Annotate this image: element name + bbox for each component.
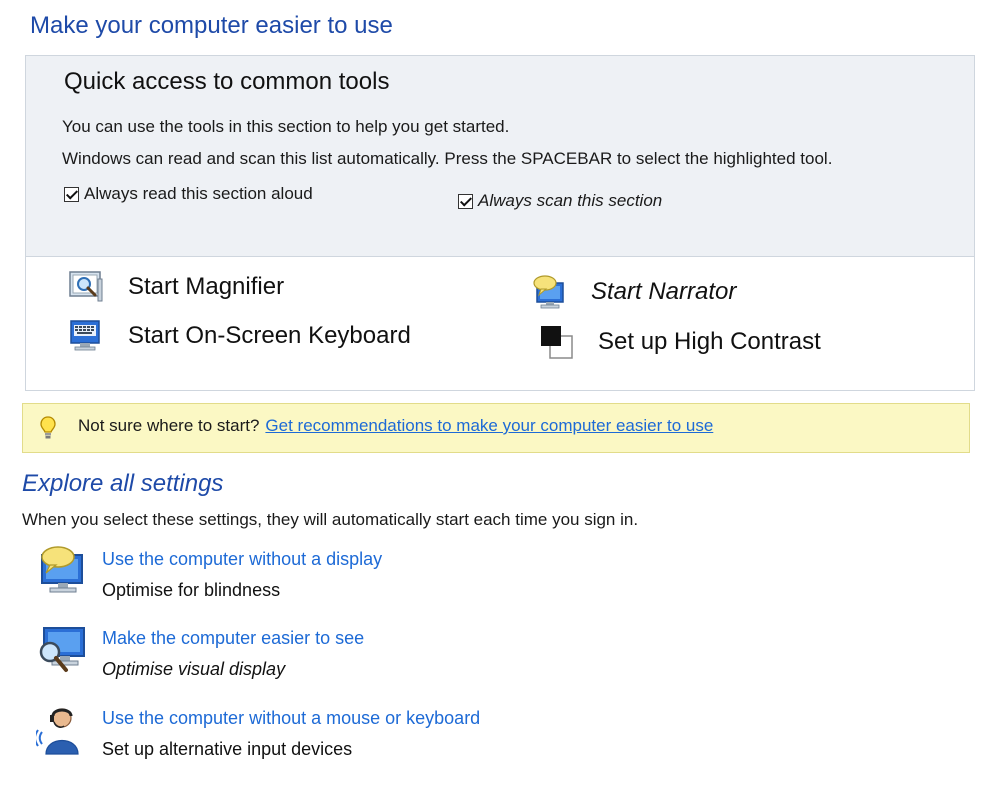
checkbox-checked-icon[interactable] bbox=[64, 186, 79, 202]
get-recommendations-link[interactable]: Get recommendations to make your compute… bbox=[265, 416, 713, 436]
optimise-blindness-text: Optimise for blindness bbox=[102, 580, 281, 600]
headset-user-icon bbox=[36, 708, 79, 755]
quick-access-scan-description: Windows can read and scan this list auto… bbox=[62, 149, 833, 168]
scan-section-checkbox[interactable]: Always scan this section bbox=[458, 191, 662, 211]
checkbox-checked-icon[interactable] bbox=[458, 193, 473, 209]
quick-access-panel: Quick access to common tools You can use… bbox=[25, 55, 975, 391]
setting-item-without-display: Use the computer without a display Optim… bbox=[36, 543, 382, 601]
narrator-icon bbox=[533, 275, 564, 309]
keyboard-icon bbox=[70, 320, 100, 351]
tip-prefix: Not sure where to start? bbox=[78, 416, 260, 435]
start-magnifier-label: Start Magnifier bbox=[128, 273, 285, 300]
start-on-screen-keyboard-label: Start On-Screen Keyboard bbox=[128, 322, 411, 349]
quick-access-heading: Quick access to common tools bbox=[64, 68, 390, 95]
scan-section-label: Always scan this section bbox=[478, 191, 663, 210]
page-title: Make your computer easier to use bbox=[30, 12, 393, 39]
without-mouse-keyboard-link[interactable]: Use the computer without a mouse or keyb… bbox=[102, 708, 480, 729]
monitor-speech-icon bbox=[41, 546, 83, 593]
start-narrator-label: Start Narrator bbox=[591, 278, 737, 305]
set-up-high-contrast-button[interactable]: Set up High Contrast bbox=[538, 324, 821, 360]
explore-description: When you select these settings, they wil… bbox=[22, 510, 639, 529]
easier-to-see-link[interactable]: Make the computer easier to see bbox=[102, 628, 364, 649]
lightbulb-icon bbox=[40, 416, 56, 439]
read-aloud-label: Always read this section aloud bbox=[84, 184, 313, 203]
quick-access-description: You can use the tools in this section to… bbox=[62, 117, 510, 136]
start-magnifier-button[interactable]: Start Magnifier bbox=[68, 269, 284, 305]
use-without-display-link[interactable]: Use the computer without a display bbox=[102, 549, 382, 570]
recommendation-tip-bar: Not sure where to start? Get recommendat… bbox=[22, 403, 970, 453]
explore-all-settings-heading: Explore all settings bbox=[22, 470, 224, 497]
optimise-visual-display-text: Optimise visual display bbox=[102, 659, 286, 679]
read-aloud-checkbox[interactable]: Always read this section aloud bbox=[64, 184, 313, 204]
monitor-magnifier-icon bbox=[39, 627, 85, 672]
alternative-input-devices-text: Set up alternative input devices bbox=[102, 739, 353, 759]
start-on-screen-keyboard-button[interactable]: Start On-Screen Keyboard bbox=[68, 318, 411, 354]
set-up-high-contrast-label: Set up High Contrast bbox=[598, 328, 821, 355]
magnifier-icon bbox=[69, 271, 103, 302]
setting-item-easier-to-see: Make the computer easier to see Optimise… bbox=[36, 622, 364, 680]
high-contrast-icon bbox=[541, 326, 573, 359]
tip-text: Not sure where to start? Get recommendat… bbox=[78, 416, 713, 436]
setting-item-without-mouse-keyboard: Use the computer without a mouse or keyb… bbox=[36, 702, 480, 760]
start-narrator-button[interactable]: Start Narrator bbox=[531, 274, 736, 310]
